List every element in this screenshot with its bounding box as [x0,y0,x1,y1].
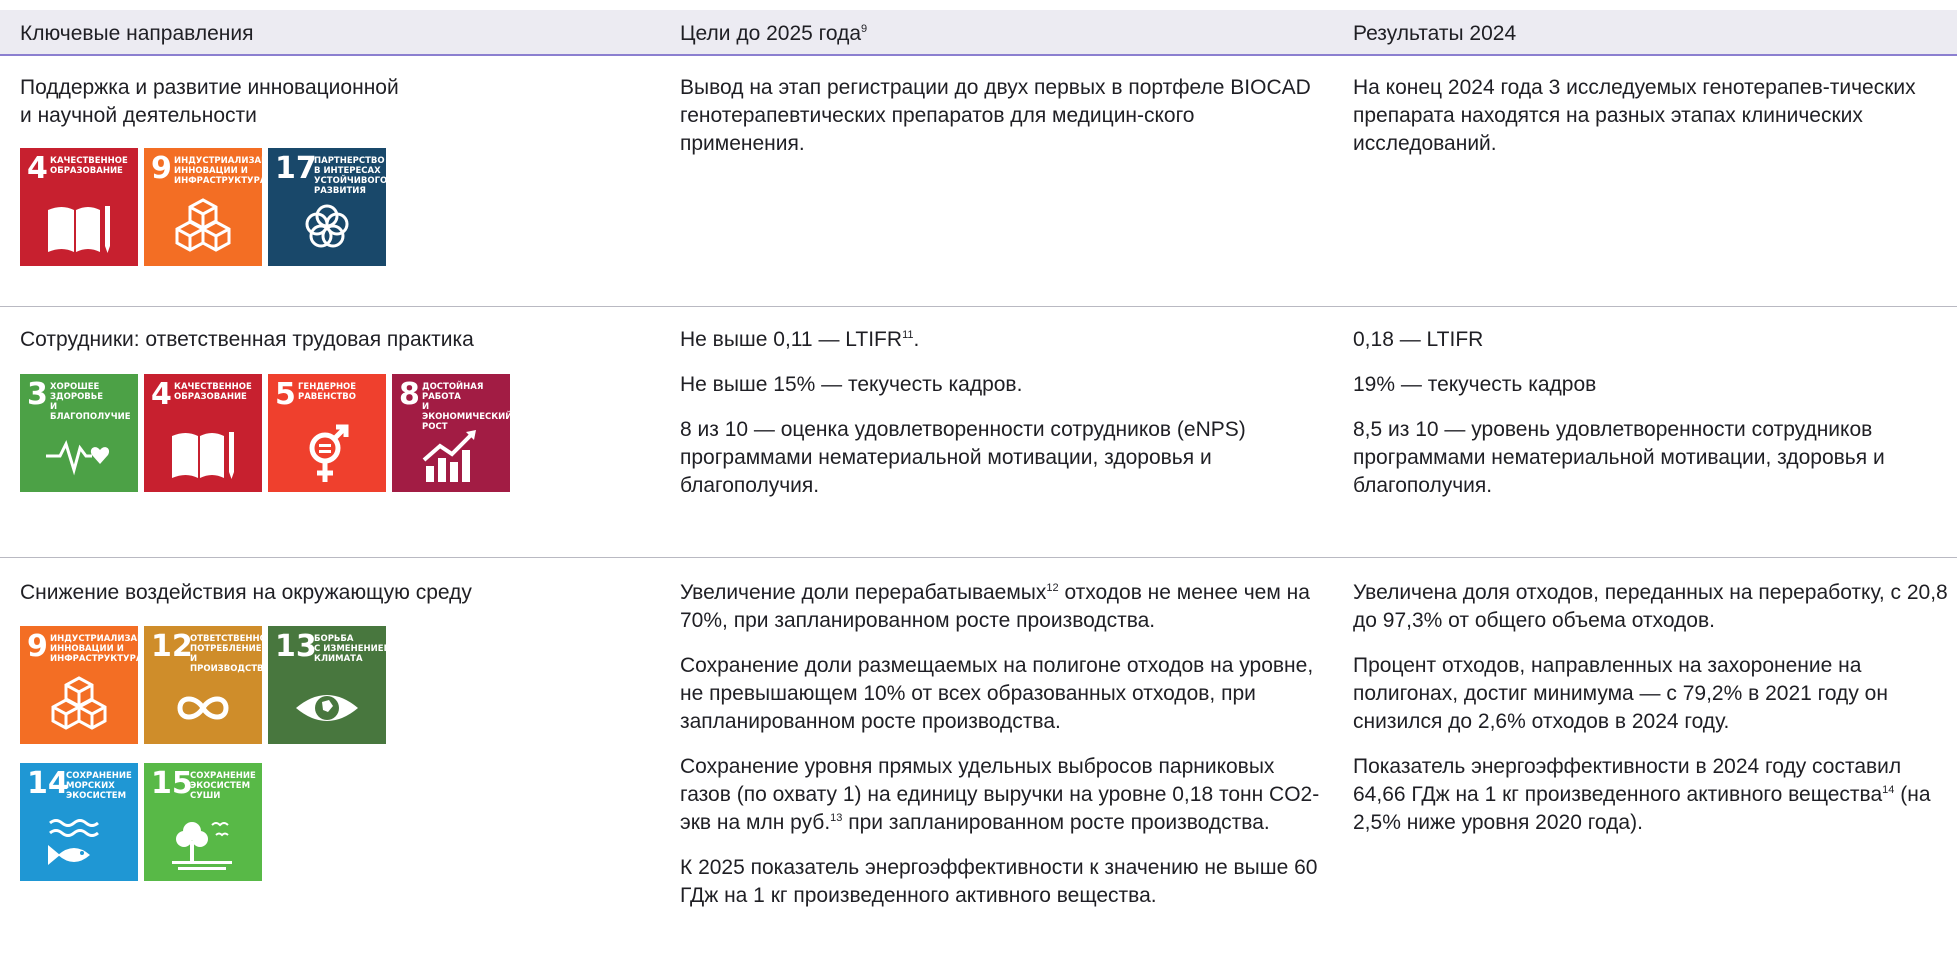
book-pencil-icon [172,432,234,479]
table-header: Ключевые направления Цели до 2025 года9 … [0,10,1957,56]
infinity-icon [177,696,229,720]
earth-eye-icon [296,695,358,721]
sdg-17-tile: 17 ПАРТНЕРСТВО В ИНТЕРЕСАХ УСТОЙЧИВОГО Р… [268,148,387,266]
row-title: Поддержка и развитие инновационной и нау… [20,76,399,127]
results-cell: 0,18 — LTIFR 19% — текучесть кадров 8,5 … [1353,328,1885,497]
sdg-8-tile: 8 ДОСТОЙНАЯ РАБОТА И ЭКОНОМИЧЕСКИЙ РОСТ [392,374,512,492]
sdg-4-tile: 4 КАЧЕСТВЕННОЕ ОБРАЗОВАНИЕ [144,374,262,492]
cubes-icon [175,198,231,252]
footnote-ref: 14 [1882,784,1895,796]
heartbeat-icon [46,439,110,476]
footnote-ref: 12 [1046,582,1059,594]
sdg-3-tile: 3 ХОРОШЕЕ ЗДОРОВЬЕ И БЛАГОПОЛУЧИЕ [20,374,138,492]
gender-equality-icon [309,424,349,482]
results-cell: Увеличена доля отходов, переданных на пе… [1353,581,1948,834]
footnote-ref: 11 [902,329,914,341]
footnote-ref: 9 [861,23,868,35]
header-key-directions: Ключевые направления [20,22,254,45]
results-cell: На конец 2024 года 3 исследуемых генотер… [1353,76,1916,155]
header-results-2024: Результаты 2024 [1353,22,1517,45]
rings-flower-icon [305,204,349,248]
goals-cell: Не выше 0,11 — LTIFR11. Не выше 15% — те… [680,328,1246,497]
tree-birds-icon [172,822,232,870]
growth-chart-icon [422,430,476,482]
goals-cell: Увеличение доли перерабатываемых12 отход… [680,581,1320,907]
sdg-4-tile: 4 КАЧЕСТВЕННОЕ ОБРАЗОВАНИЕ [20,148,138,266]
sdg-table-page: Ключевые направления Цели до 2025 года9 … [0,0,1957,961]
sdg-15-tile: 15 СОХРАНЕНИЕ ЭКОСИСТЕМ СУШИ [144,763,262,881]
row-title: Сотрудники: ответственная трудовая практ… [20,328,474,351]
sdg-5-tile: 5 ГЕНДЕРНОЕ РАВЕНСТВО [268,374,386,492]
row-title: Снижение воздействия на окружающую среду [20,581,472,604]
cubes-icon [51,676,107,730]
sdg-9-tile: 9 ИНДУСТРИАЛИЗАЦИЯ, ИННОВАЦИИ И ИНФРАСТР… [20,626,162,744]
sdg-13-tile: 13 БОРЬБА С ИЗМЕНЕНИЕМ КЛИМАТА [268,626,392,744]
fish-waves-icon [48,819,99,865]
sdg-14-tile: 14 СОХРАНЕНИЕ МОРСКИХ ЭКОСИСТЕМ [20,763,138,881]
row-divider [0,306,1957,307]
goals-cell: Вывод на этап регистрации до двух первых… [680,76,1311,155]
sdg-12-tile: 12 ОТВЕТСТВЕННОЕ ПОТРЕБЛЕНИЕ И ПРОИЗВОДС… [144,626,273,744]
book-pencil-icon [48,206,110,253]
header-goals-2025: Цели до 2025 года9 [680,22,868,45]
row-divider [0,557,1957,558]
sdg-9-tile: 9 ИНДУСТРИАЛИЗАЦИЯ, ИННОВАЦИИ И ИНФРАСТР… [144,148,286,266]
footnote-ref: 13 [830,812,843,824]
